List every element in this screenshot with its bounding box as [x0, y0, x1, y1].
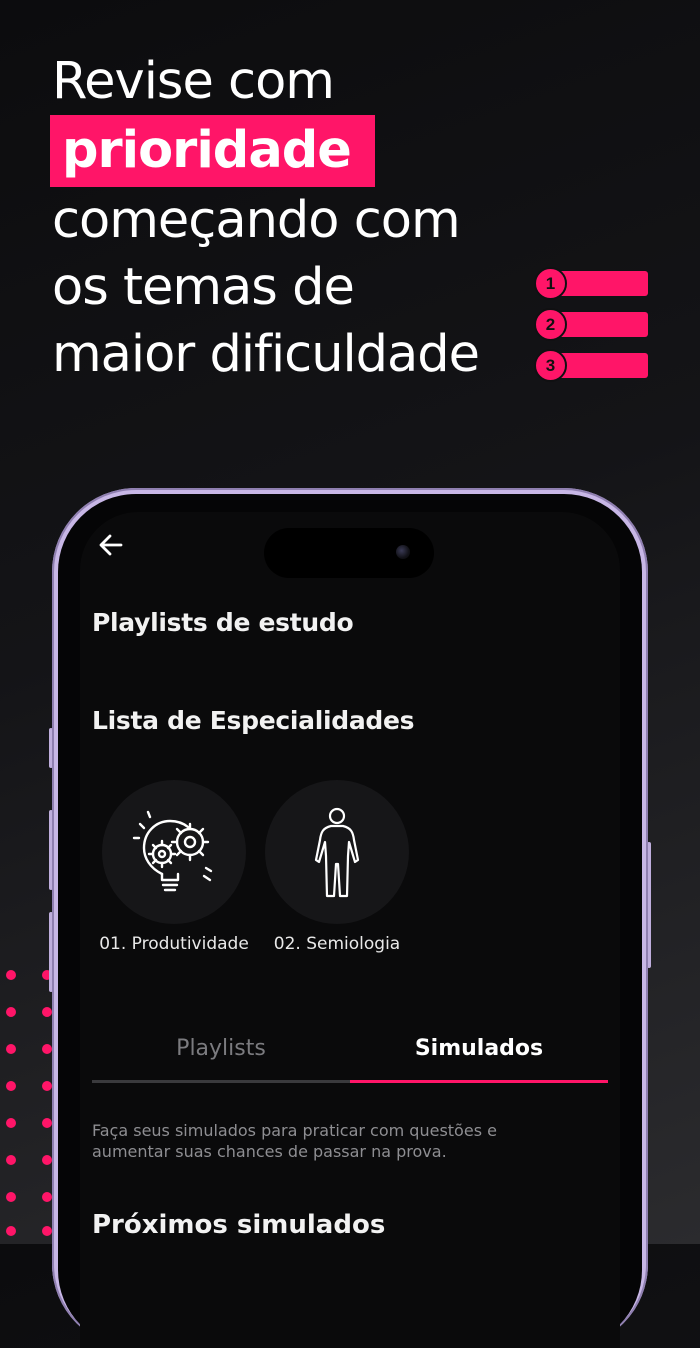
priority-number: 1 — [534, 267, 567, 300]
lightbulb-gears-icon — [132, 810, 213, 892]
camera-icon — [396, 545, 410, 559]
headline-highlight: prioridade — [50, 115, 375, 187]
promo-headline: Revise com prioridade começando com os t… — [50, 48, 522, 388]
section-title-next-simulados: Próximos simulados — [92, 1210, 386, 1240]
headline-line-1: Revise com — [52, 52, 335, 111]
tab-simulados[interactable]: Simulados — [350, 1030, 608, 1068]
priority-item: 3 — [534, 349, 648, 382]
priority-item: 1 — [534, 267, 648, 300]
specialty-card-produtividade[interactable]: 01. Produtividade — [94, 780, 254, 954]
priority-number: 3 — [534, 349, 567, 382]
priority-list-illustration: 1 2 3 — [534, 267, 648, 393]
specialty-icon-circle — [102, 780, 246, 924]
headline-line-3: começando com — [52, 191, 461, 250]
human-body-icon — [314, 807, 360, 898]
arrow-left-icon — [99, 534, 123, 556]
specialty-label: 01. Produtividade — [99, 934, 249, 954]
specialty-icon-circle — [265, 780, 409, 924]
tab-playlists[interactable]: Playlists — [92, 1030, 350, 1068]
specialty-label: 02. Semiologia — [273, 934, 401, 954]
specialty-card-semiologia[interactable]: 02. Semiologia — [262, 780, 412, 954]
priority-item: 2 — [534, 308, 648, 341]
headline-line-4: os temas de — [52, 258, 355, 317]
tab-bar: Playlists Simulados — [92, 1030, 608, 1084]
headline-line-5: maior dificuldade — [52, 325, 480, 384]
page-title: Playlists de estudo — [92, 608, 354, 637]
section-title-specialties: Lista de Especialidades — [92, 706, 415, 735]
back-button[interactable] — [96, 530, 126, 560]
simulados-description: Faça seus simulados para praticar com qu… — [92, 1121, 497, 1161]
priority-number: 2 — [534, 308, 567, 341]
tab-active-indicator — [350, 1080, 608, 1083]
